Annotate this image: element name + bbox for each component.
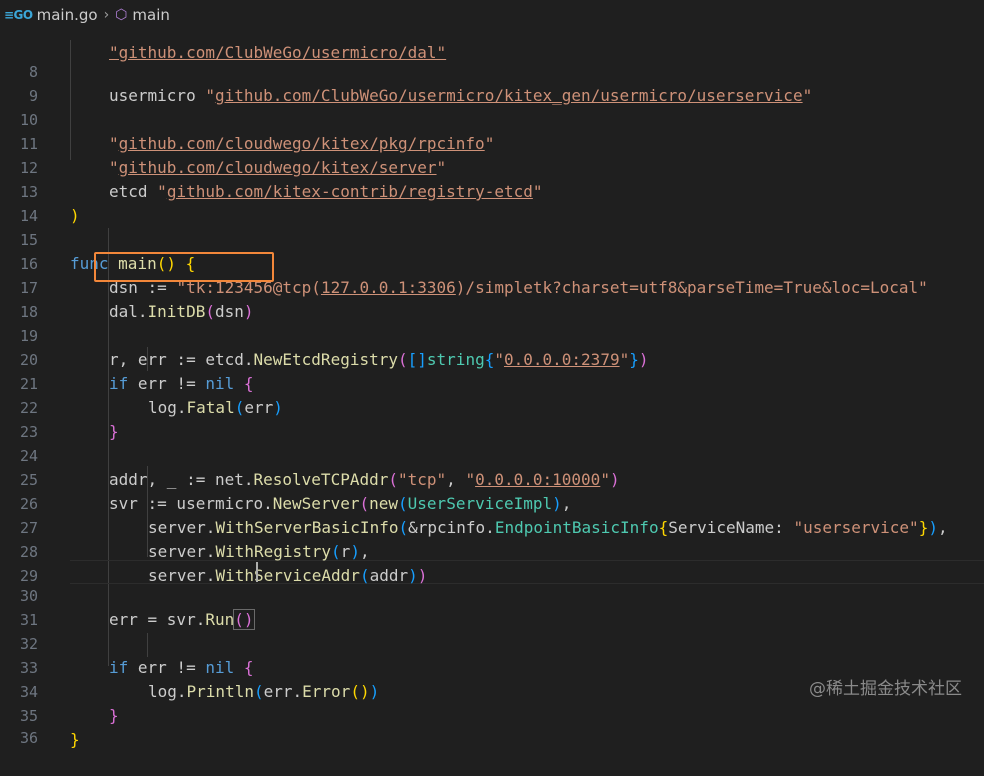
code-line[interactable]: 33 log.Println(err.Error()) <box>0 632 984 701</box>
code-line[interactable]: 31 <box>0 584 984 629</box>
code-line[interactable]: 26 server.WithServerBasicInfo(&rpcinfo.E… <box>0 468 984 537</box>
code-line[interactable]: 32 if err != nil { <box>0 608 984 677</box>
watermark: @稀土掘金技术社区 <box>809 679 962 699</box>
code-line[interactable]: 28 server.WithServiceAddr(addr)) <box>0 516 984 585</box>
cube-icon: ⬡ <box>115 7 128 23</box>
chevron-right-icon: › <box>103 7 110 23</box>
code-line[interactable]: 23 <box>0 396 984 441</box>
code-line[interactable]: 8 usermicro "github.com/ClubWeGo/usermic… <box>0 36 984 105</box>
code-line[interactable]: 19 r, err := etcd.NewEtcdRegistry([]stri… <box>0 300 984 369</box>
code-line[interactable]: 12 etcd "github.com/kitex-contrib/regist… <box>0 132 984 201</box>
text-cursor <box>256 562 258 582</box>
code-line[interactable]: 18 <box>0 276 984 321</box>
code-line[interactable]: 14 <box>0 180 984 225</box>
code-text: } <box>70 730 80 749</box>
code-line[interactable]: 27 server.WithRegistry(r), <box>0 492 984 561</box>
code-line[interactable]: 25 svr := usermicro.NewServer(new(UserSe… <box>0 444 984 513</box>
code-line[interactable]: 16 dsn := "tk:123456@tcp(127.0.0.1:3306)… <box>0 228 984 297</box>
go-file-icon: ≡GO <box>4 8 33 22</box>
breadcrumb: ≡GO main.go › ⬡ main <box>0 0 984 30</box>
code-line[interactable]: 9 <box>0 60 984 105</box>
code-line[interactable]: 36 <box>0 702 984 747</box>
code-line[interactable]: 13 ) <box>0 156 984 225</box>
code-line[interactable]: 15 func main() { <box>0 204 984 273</box>
code-line[interactable]: 11 "github.com/cloudwego/kitex/server" <box>0 108 984 177</box>
code-line[interactable]: 22 } <box>0 372 984 441</box>
breadcrumb-file[interactable]: main.go <box>37 6 98 24</box>
code-line[interactable]: 10 "github.com/cloudwego/kitex/pkg/rpcin… <box>0 84 984 153</box>
code-line[interactable]: 21 log.Fatal(err) <box>0 348 984 417</box>
code-line[interactable]: 30 err = svr.Run() <box>0 560 984 630</box>
line-number: 36 <box>19 729 38 747</box>
breadcrumb-symbol[interactable]: main <box>132 6 169 24</box>
code-line[interactable]: 20 if err != nil { <box>0 324 984 393</box>
code-line[interactable]: 24 addr, _ := net.ResolveTCPAddr("tcp", … <box>0 420 984 489</box>
code-editor[interactable]: "github.com/ClubWeGo/usermicro/dal" 8 us… <box>0 0 984 749</box>
